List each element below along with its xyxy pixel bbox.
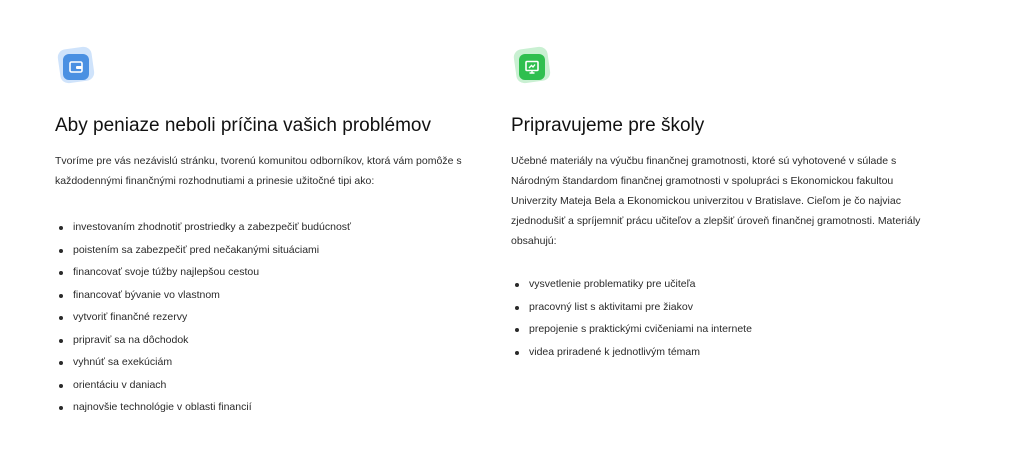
wallet-icon: [55, 45, 96, 87]
list-item: poistením sa zabezpečiť pred nečakanými …: [59, 239, 351, 262]
list-item: pracovný list s aktivitami pre žiakov: [515, 296, 752, 319]
list-item: orientáciu v daniach: [59, 374, 351, 397]
list-item: financovať bývanie vo vlastnom: [59, 284, 351, 307]
section-intro: Učebné materiály na výučbu finančnej gra…: [511, 155, 921, 247]
list-item: videa priradené k jednotlivým témam: [515, 341, 752, 364]
page: Aby peniaze neboli príčina vašich problé…: [0, 0, 1024, 461]
list-item: vytvoriť finančné rezervy: [59, 306, 351, 329]
list-item: najnovšie technológie v oblasti financií: [59, 396, 351, 419]
list-item: vyhnúť sa exekúciám: [59, 351, 351, 374]
materials-list: vysvetlenie problematiky pre učiteľa pra…: [511, 273, 752, 363]
benefits-list: investovaním zhodnotiť prostriedky a zab…: [55, 216, 351, 419]
section-title: Pripravujeme pre školy: [511, 115, 705, 136]
presentation-board-icon: [511, 45, 552, 87]
section-title: Aby peniaze neboli príčina vašich problé…: [55, 115, 431, 136]
list-item: prepojenie s praktickými cvičeniami na i…: [515, 318, 752, 341]
list-item: vysvetlenie problematiky pre učiteľa: [515, 273, 752, 296]
list-item: investovaním zhodnotiť prostriedky a zab…: [59, 216, 351, 239]
list-item: pripraviť sa na dôchodok: [59, 329, 351, 352]
section-intro: Tvoríme pre vás nezávislú stránku, tvore…: [55, 155, 462, 187]
list-item: financovať svoje túžby najlepšou cestou: [59, 261, 351, 284]
